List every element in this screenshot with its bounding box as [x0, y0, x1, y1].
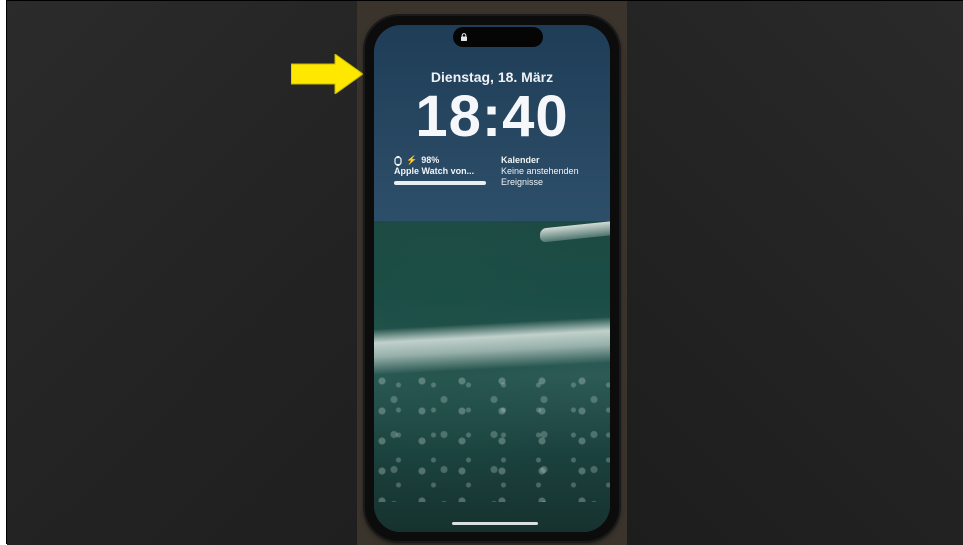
- watch-device-label: Apple Watch von...: [394, 166, 475, 176]
- watch-battery-percent: 98%: [421, 155, 440, 165]
- watch-battery-widget[interactable]: ⚡ 98% Apple Watch von...: [394, 155, 492, 185]
- watch-icon: [394, 155, 402, 166]
- calendar-widget[interactable]: Kalender Keine anstehenden Ereignisse: [501, 155, 610, 188]
- lockscreen-time: 18:40: [415, 84, 569, 149]
- iphone: Dienstag, 18. März 18:40 ⚡ 98% Apple Watc…: [365, 16, 619, 541]
- backdrop-right: [627, 1, 963, 545]
- dynamic-island: [453, 27, 543, 47]
- arrow-icon: [291, 54, 363, 94]
- lock-icon: [461, 33, 467, 41]
- lock-screen: Dienstag, 18. März 18:40 ⚡ 98% Apple Watc…: [374, 25, 610, 532]
- calendar-title: Kalender: [501, 155, 540, 165]
- watch-battery-row: ⚡ 98%: [394, 155, 492, 166]
- watch-battery-bar: [394, 181, 486, 185]
- calendar-line-2: Ereignisse: [501, 177, 544, 187]
- calendar-line-1: Keine anstehenden: [501, 166, 579, 176]
- home-indicator[interactable]: [452, 522, 538, 525]
- wallpaper-foam: [374, 375, 610, 502]
- charging-icon: ⚡: [406, 155, 418, 165]
